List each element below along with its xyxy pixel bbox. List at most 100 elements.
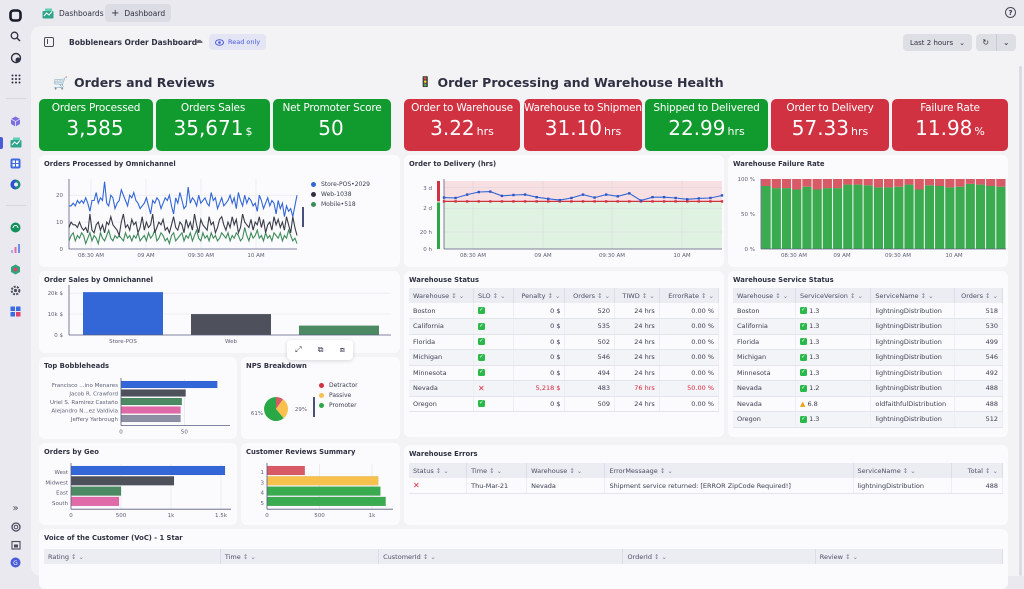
- card-warehouse-service-status[interactable]: Warehouse Service Status Warehouse ↕ ⌄Se…: [728, 271, 1008, 437]
- column-header[interactable]: SLO ↕ ⌄: [473, 288, 513, 303]
- hex-app-icon[interactable]: [8, 262, 23, 277]
- sort-icon[interactable]: ↕ ⌄: [921, 292, 934, 300]
- table-row[interactable]: California✓ 1.3lightningDistribution530: [733, 319, 1003, 335]
- card-orders-processed-omnichannel[interactable]: Orders Processed by Omnichannel 0102008:…: [39, 155, 400, 267]
- column-header[interactable]: Time ↕ ⌄: [220, 549, 378, 564]
- kpi-tile[interactable]: Net Promoter Score50: [273, 99, 391, 151]
- column-header[interactable]: TIWD ↕ ⌄: [615, 288, 660, 303]
- card-orders-by-geo[interactable]: Orders by Geo 05001k1.5kWestMidwestEastS…: [39, 443, 237, 525]
- sort-icon[interactable]: ↕ ⌄: [493, 292, 506, 300]
- sort-icon[interactable]: ↕ ⌄: [489, 467, 502, 475]
- kpi-tile[interactable]: Order to Delivery57.33hrs: [771, 99, 889, 151]
- column-header[interactable]: Status ↕ ⌄: [409, 463, 467, 478]
- table-row[interactable]: Nevada▲ 6.8oldfaithfulDistribution488: [733, 396, 1003, 412]
- open-icon[interactable]: ⧈: [340, 345, 345, 355]
- table-row[interactable]: Florida✓ 1.3lightningDistribution499: [733, 334, 1003, 350]
- legend-item-passive[interactable]: Passive: [319, 390, 358, 400]
- table-row[interactable]: Minnesota✓ 1.3lightningDistribution492: [733, 365, 1003, 381]
- legend-item-web[interactable]: Web-1038: [311, 189, 370, 199]
- table-row[interactable]: California✓0 $53524 hrs0.00 %: [409, 319, 719, 335]
- table-row[interactable]: Michigan✓0 $54624 hrs0.00 %: [409, 350, 719, 366]
- column-header[interactable]: CustomerId ↕ ⌄: [379, 549, 623, 564]
- table-row[interactable]: Florida✓0 $50224 hrs0.00 %: [409, 334, 719, 350]
- sort-icon[interactable]: ↕ ⌄: [436, 467, 449, 475]
- legend-item-mobile[interactable]: Mobile•518: [311, 199, 370, 209]
- refresh-button[interactable]: ↻: [976, 34, 997, 51]
- column-header[interactable]: Penalty ↕ ⌄: [513, 288, 565, 303]
- kpi-tile[interactable]: Failure Rate11.98%: [892, 99, 1008, 151]
- kpi-tile[interactable]: Orders Processed3,585: [39, 99, 153, 151]
- support-icon[interactable]: [8, 519, 23, 534]
- sort-icon[interactable]: ↕ ⌄: [775, 292, 788, 300]
- sort-icon[interactable]: ↕ ⌄: [701, 292, 714, 300]
- expand-icon[interactable]: »: [8, 501, 23, 516]
- help-icon[interactable]: ?: [1005, 7, 1016, 18]
- search-icon[interactable]: [8, 29, 23, 44]
- column-header[interactable]: OrderId ↕ ⌄: [623, 549, 815, 564]
- sort-icon[interactable]: ↕ ⌄: [71, 553, 84, 561]
- dynatrace-logo-icon[interactable]: [8, 8, 23, 23]
- timeframe-selector[interactable]: Last 2 hours ⌄: [903, 34, 972, 51]
- table-row[interactable]: Oregon✓ 1.3lightningDistribution512: [733, 412, 1003, 428]
- grid-icon[interactable]: [8, 71, 23, 86]
- column-header[interactable]: Warehouse ↕ ⌄: [527, 463, 605, 478]
- column-header[interactable]: Warehouse ↕ ⌄: [733, 288, 795, 303]
- sort-icon[interactable]: ↕ ⌄: [903, 467, 916, 475]
- chevron-down-icon[interactable]: ⌄: [176, 37, 182, 45]
- card-top-bobbleheads[interactable]: Top Bobbleheads 050Francisco ...ino Mena…: [39, 357, 237, 439]
- sort-icon[interactable]: ↕ ⌄: [451, 292, 464, 300]
- legend-item-store[interactable]: Store-POS•2029: [311, 179, 370, 189]
- legend-item-promoter[interactable]: Promoter: [319, 400, 358, 410]
- column-header[interactable]: ServiceVersion ↕ ⌄: [795, 288, 870, 303]
- card-warehouse-errors[interactable]: Warehouse Errors Status ↕ ⌄Time ↕ ⌄Wareh…: [404, 445, 1008, 525]
- sort-icon[interactable]: ↕ ⌄: [985, 292, 998, 300]
- column-header[interactable]: Review ↕ ⌄: [815, 549, 1002, 564]
- column-header[interactable]: Orders ↕ ⌄: [565, 288, 615, 303]
- gear-icon[interactable]: [8, 283, 23, 298]
- sort-icon[interactable]: ↕ ⌄: [548, 292, 561, 300]
- dashboards-icon[interactable]: [8, 135, 23, 150]
- column-header[interactable]: ErrorRate ↕ ⌄: [659, 288, 718, 303]
- sort-icon[interactable]: ↕ ⌄: [985, 467, 998, 475]
- sort-icon[interactable]: ↕ ⌄: [569, 467, 582, 475]
- chart-app-icon[interactable]: [8, 241, 23, 256]
- layout-icon[interactable]: [8, 156, 23, 171]
- card-order-to-delivery[interactable]: Order to Delivery (hrs) 0 h20 h2 d3 d08:…: [404, 155, 724, 267]
- column-header[interactable]: ServiceName ↕ ⌄: [853, 463, 951, 478]
- kpi-tile[interactable]: Shipped to Delivered22.99hrs: [645, 99, 768, 151]
- column-header[interactable]: ErrorMessaage ↕ ⌄: [605, 463, 853, 478]
- column-header[interactable]: ServiceName ↕ ⌄: [871, 288, 955, 303]
- sort-icon[interactable]: ↕ ⌄: [243, 553, 256, 561]
- card-warehouse-failure-rate[interactable]: Warehouse Failure Rate 0 %50 %100 %08:30…: [728, 155, 1008, 267]
- cube-icon[interactable]: [8, 114, 23, 129]
- sort-icon[interactable]: ↕ ⌄: [660, 467, 673, 475]
- kpi-tile[interactable]: Order to Warehouse3.22hrs: [404, 99, 520, 151]
- card-warehouse-status[interactable]: Warehouse Status Warehouse ↕ ⌄SLO ↕ ⌄Pen…: [404, 271, 724, 437]
- green-app-icon[interactable]: [8, 220, 23, 235]
- kpi-tile[interactable]: Orders Sales35,671$: [156, 99, 270, 151]
- column-header[interactable]: Total ↕ ⌄: [951, 463, 1002, 478]
- sort-icon[interactable]: ↕ ⌄: [423, 553, 436, 561]
- table-row[interactable]: Oregon✓0 $50924 hrs0.00 %: [409, 396, 719, 412]
- legend-scrollbar[interactable]: [302, 207, 304, 227]
- column-header[interactable]: Rating ↕ ⌄: [44, 549, 220, 564]
- table-row[interactable]: Nevada✓ 1.2lightningDistribution488: [733, 381, 1003, 397]
- tab-new-dashboard[interactable]: + Dashboard: [105, 4, 171, 22]
- table-row[interactable]: Boston✓0 $52024 hrs0.00 %: [409, 303, 719, 319]
- sort-icon[interactable]: ↕ ⌄: [597, 292, 610, 300]
- legend-scrollbar[interactable]: [313, 397, 315, 417]
- card-nps-breakdown[interactable]: NPS Breakdown 29%61% Detractor Passive P…: [241, 357, 400, 439]
- table-row[interactable]: ✕Thu-Mar-21NevadaShipment service return…: [409, 478, 1003, 494]
- table-row[interactable]: Minnesota✓0 $49424 hrs0.00 %: [409, 365, 719, 381]
- services-icon[interactable]: [8, 177, 23, 192]
- card-voice-of-customer[interactable]: Voice of the Customer (VoC) - 1 Star Rat…: [39, 529, 1008, 589]
- legend-item-detractor[interactable]: Detractor: [319, 380, 358, 390]
- table-row[interactable]: Michigan✓ 1.3lightningDistribution546: [733, 350, 1003, 366]
- column-header[interactable]: Orders ↕ ⌄: [954, 288, 1002, 303]
- table-row[interactable]: Nevada✕5,218 $48376 hrs50.00 %: [409, 381, 719, 397]
- tab-dashboards[interactable]: Dashboards: [36, 4, 110, 22]
- expand-icon[interactable]: ⤢: [295, 345, 301, 355]
- sidebar-toggle-icon[interactable]: [44, 37, 54, 47]
- column-header[interactable]: Warehouse ↕ ⌄: [409, 288, 473, 303]
- sort-icon[interactable]: ↕ ⌄: [642, 292, 655, 300]
